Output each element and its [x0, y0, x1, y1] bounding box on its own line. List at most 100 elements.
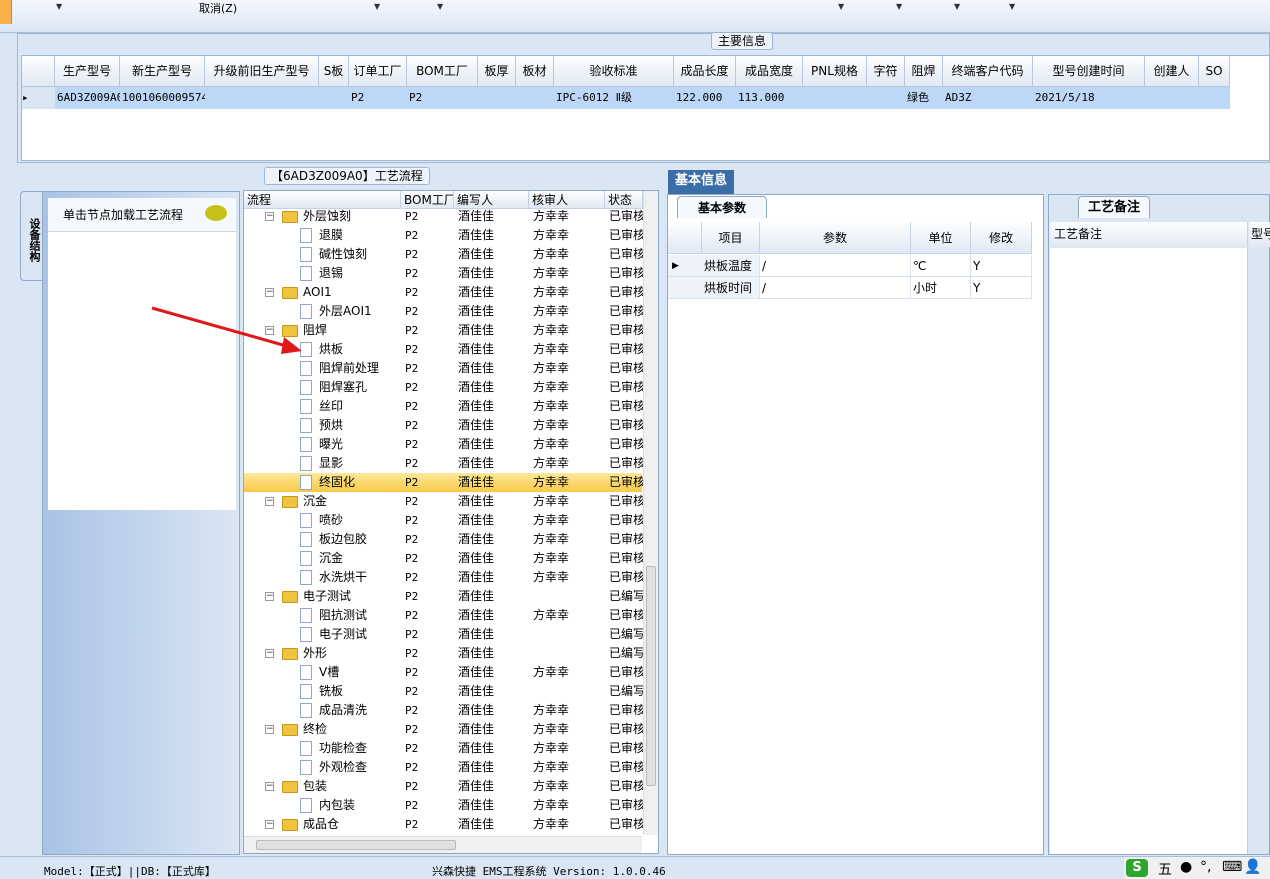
- tree-leaf-label[interactable]: 铣板: [319, 682, 343, 701]
- tree-leaf-label[interactable]: 预烘: [319, 416, 343, 435]
- tree-leaf-label[interactable]: 终固化: [319, 473, 355, 492]
- tree-row[interactable]: 终固化 P2 酒佳佳 方幸幸 已审核: [244, 473, 643, 492]
- dropdown-arrow-icon[interactable]: ▼: [1009, 2, 1015, 11]
- tree-row[interactable]: 内包装 P2 酒佳佳 方幸幸 已审核: [244, 796, 643, 815]
- table-cell[interactable]: IPC-6012 Ⅱ级: [554, 87, 674, 109]
- column-header[interactable]: 升级前旧生产型号: [205, 56, 319, 87]
- tree-node-label[interactable]: 电子测试: [303, 587, 351, 606]
- tree-row[interactable]: 成品清洗 P2 酒佳佳 方幸幸 已审核: [244, 701, 643, 720]
- param-edit-cell[interactable]: Y: [971, 255, 1032, 277]
- table-cell[interactable]: AD3Z: [943, 87, 1033, 109]
- tab-basic-params[interactable]: 基本参数: [677, 196, 767, 218]
- tree-leaf-label[interactable]: 水洗烘干: [319, 568, 367, 587]
- ime-toolbar[interactable]: S 五 ● °, ⌨ 👤: [1124, 857, 1270, 879]
- collapse-toggle-icon[interactable]: −: [265, 497, 274, 506]
- dropdown-arrow-icon[interactable]: ▼: [437, 2, 443, 11]
- flow-horizontal-scrollbar[interactable]: [244, 836, 642, 853]
- table-cell[interactable]: [1145, 87, 1199, 109]
- column-header[interactable]: SO: [1199, 56, 1230, 87]
- column-header[interactable]: 板厚: [478, 56, 516, 87]
- tree-row[interactable]: 喷砂 P2 酒佳佳 方幸幸 已审核: [244, 511, 643, 530]
- param-column-header[interactable]: 单位: [911, 222, 971, 254]
- param-column-header[interactable]: 修改: [971, 222, 1032, 254]
- param-param-cell[interactable]: /: [760, 277, 911, 299]
- ime-logo-icon[interactable]: S: [1126, 859, 1148, 877]
- tree-leaf-label[interactable]: 成品清洗: [319, 701, 367, 720]
- dropdown-arrow-icon[interactable]: ▼: [896, 2, 902, 11]
- param-column-header[interactable]: 参数: [760, 222, 911, 254]
- collapse-toggle-icon[interactable]: −: [265, 649, 274, 658]
- tree-node-label[interactable]: 外形: [303, 644, 327, 663]
- column-header[interactable]: PNL规格: [803, 56, 867, 87]
- tree-row[interactable]: − AOI1 P2 酒佳佳 方幸幸 已审核: [244, 283, 643, 302]
- tree-row[interactable]: 电子测试 P2 酒佳佳 已编写: [244, 625, 643, 644]
- tree-leaf-label[interactable]: 退膜: [319, 226, 343, 245]
- param-item-cell[interactable]: 烘板温度: [702, 255, 760, 277]
- tree-row[interactable]: 退锡 P2 酒佳佳 方幸幸 已审核: [244, 264, 643, 283]
- tree-leaf-label[interactable]: 阻焊塞孔: [319, 378, 367, 397]
- row-selector[interactable]: ▶: [668, 255, 702, 277]
- dropdown-arrow-icon[interactable]: ▼: [954, 2, 960, 11]
- column-header[interactable]: 成品长度: [674, 56, 736, 87]
- table-cell[interactable]: 113.000: [736, 87, 803, 109]
- column-header[interactable]: 终端客户代码: [943, 56, 1033, 87]
- tree-leaf-label[interactable]: 曝光: [319, 435, 343, 454]
- tree-leaf-label[interactable]: 板边包胶: [319, 530, 367, 549]
- column-header[interactable]: 板材: [516, 56, 554, 87]
- tab-process-notes[interactable]: 工艺备注: [1078, 196, 1150, 218]
- side-tab-device-structure[interactable]: 设备结构: [20, 191, 42, 281]
- tree-row[interactable]: 功能检查 P2 酒佳佳 方幸幸 已审核: [244, 739, 643, 758]
- tree-row[interactable]: − 沉金 P2 酒佳佳 方幸幸 已审核: [244, 492, 643, 511]
- table-cell[interactable]: [478, 87, 516, 109]
- table-cell[interactable]: 2021/5/18: [1033, 87, 1145, 109]
- table-cell[interactable]: [516, 87, 554, 109]
- table-cell[interactable]: [803, 87, 867, 109]
- ime-mode[interactable]: 五: [1158, 859, 1172, 879]
- tree-leaf-label[interactable]: 电子测试: [319, 625, 367, 644]
- tree-leaf-label[interactable]: 阻抗测试: [319, 606, 367, 625]
- scroll-thumb[interactable]: [256, 840, 456, 850]
- tree-row[interactable]: − 终检 P2 酒佳佳 方幸幸 已审核: [244, 720, 643, 739]
- tree-row[interactable]: 板边包胶 P2 酒佳佳 方幸幸 已审核: [244, 530, 643, 549]
- tree-leaf-label[interactable]: 外观检查: [319, 758, 367, 777]
- collapse-toggle-icon[interactable]: −: [265, 725, 274, 734]
- tree-row[interactable]: 阻焊塞孔 P2 酒佳佳 方幸幸 已审核: [244, 378, 643, 397]
- tree-leaf-label[interactable]: 丝印: [319, 397, 343, 416]
- tree-row[interactable]: 显影 P2 酒佳佳 方幸幸 已审核: [244, 454, 643, 473]
- column-header[interactable]: S板: [319, 56, 349, 87]
- tree-row[interactable]: − 外层蚀刻 P2 酒佳佳 方幸幸 已审核: [244, 207, 643, 226]
- notes-textarea[interactable]: [1050, 248, 1248, 854]
- column-header[interactable]: 型号创建时间: [1033, 56, 1145, 87]
- collapse-toggle-icon[interactable]: −: [265, 820, 274, 829]
- tree-row[interactable]: 阻焊前处理 P2 酒佳佳 方幸幸 已审核: [244, 359, 643, 378]
- tree-leaf-label[interactable]: 功能检查: [319, 739, 367, 758]
- column-header[interactable]: 成品宽度: [736, 56, 803, 87]
- tree-row[interactable]: 阻抗测试 P2 酒佳佳 方幸幸 已审核: [244, 606, 643, 625]
- table-cell[interactable]: 绿色: [905, 87, 943, 109]
- tree-row[interactable]: V槽 P2 酒佳佳 方幸幸 已审核: [244, 663, 643, 682]
- tree-row[interactable]: 退膜 P2 酒佳佳 方幸幸 已审核: [244, 226, 643, 245]
- tree-leaf-label[interactable]: V槽: [319, 663, 339, 682]
- tree-leaf-label[interactable]: 沉金: [319, 549, 343, 568]
- grid-corner[interactable]: [668, 222, 702, 254]
- dropdown-arrow-icon[interactable]: ▼: [838, 2, 844, 11]
- tree-leaf-label[interactable]: 喷砂: [319, 511, 343, 530]
- param-column-header[interactable]: 项目: [702, 222, 760, 254]
- param-unit-cell[interactable]: ℃: [911, 255, 971, 277]
- keyboard-icon[interactable]: ⌨: [1222, 859, 1242, 875]
- tree-leaf-label[interactable]: 阻焊前处理: [319, 359, 379, 378]
- row-selector[interactable]: [668, 277, 702, 299]
- tree-node-label[interactable]: 沉金: [303, 492, 327, 511]
- collapse-toggle-icon[interactable]: −: [265, 782, 274, 791]
- column-header[interactable]: 创建人: [1145, 56, 1199, 87]
- dropdown-arrow-icon[interactable]: ▼: [56, 2, 62, 11]
- tree-leaf-label[interactable]: 退锡: [319, 264, 343, 283]
- tree-leaf-label[interactable]: 碱性蚀刻: [319, 245, 367, 264]
- table-cell[interactable]: [1199, 87, 1230, 109]
- table-cell[interactable]: 6AD3Z009A0: [55, 87, 120, 109]
- table-cell[interactable]: P2: [349, 87, 407, 109]
- tree-row[interactable]: − 电子测试 P2 酒佳佳 已编写: [244, 587, 643, 606]
- tree-row[interactable]: 水洗烘干 P2 酒佳佳 方幸幸 已审核: [244, 568, 643, 587]
- column-header[interactable]: 验收标准: [554, 56, 674, 87]
- row-selector[interactable]: ▸: [22, 87, 55, 109]
